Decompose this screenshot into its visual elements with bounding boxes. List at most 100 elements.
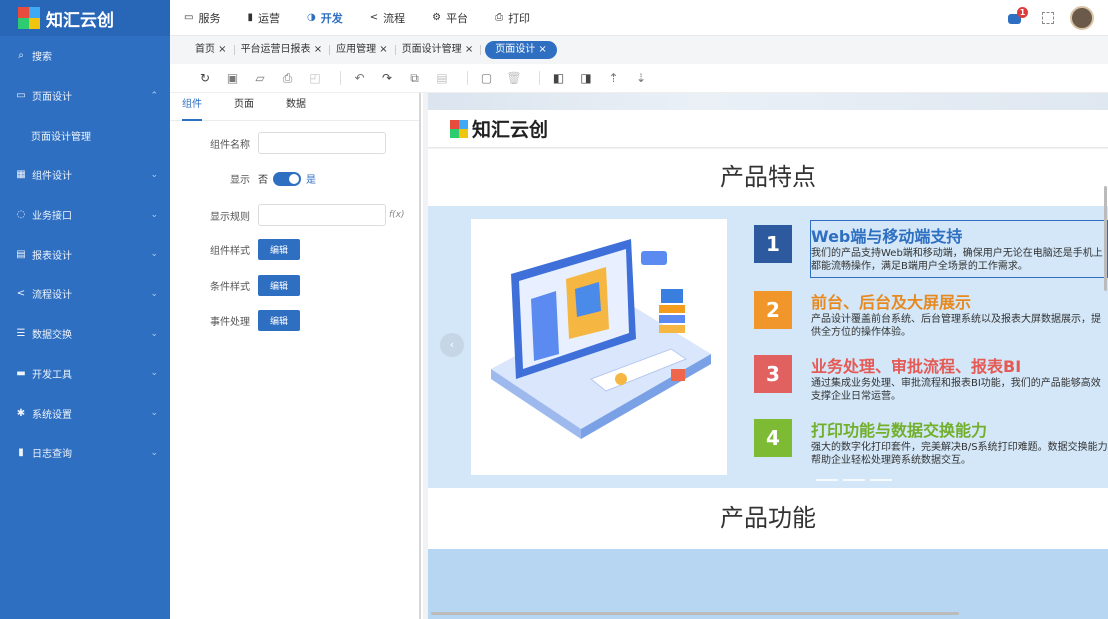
preview-icon[interactable]: ◰ xyxy=(304,68,326,88)
chevron-icon: ⌃ xyxy=(150,90,158,101)
page-icon: ▭ xyxy=(16,90,26,102)
sidebar-item-label: 业务接口 xyxy=(32,211,72,223)
topnav-item-3[interactable]: < 流程 xyxy=(370,10,405,26)
cond-label: 条件样式 xyxy=(210,282,250,293)
sidebar-item-6[interactable]: < 流程设计 ⌄ xyxy=(0,274,170,314)
sidebar-item-7[interactable]: ☰ 数据交换 ⌄ xyxy=(0,314,170,354)
sidebar-item-8[interactable]: ▬ 开发工具 ⌄ xyxy=(0,354,170,394)
bring-front-icon[interactable]: ◧ xyxy=(548,68,570,88)
feature-item[interactable]: 4 打印功能与数据交换能力 强大的数字化打印套件，完美解决B/S系统打印难题。数据交… xyxy=(754,419,1108,469)
sidebar-item-9[interactable]: ✱ 系统设置 ⌄ xyxy=(0,393,170,433)
app-name: 知汇云创 xyxy=(46,10,114,31)
carousel-prev-button[interactable]: ‹ xyxy=(440,333,464,357)
tab-1[interactable]: 平台运营日报表 × xyxy=(235,41,330,59)
sidebar-item-4[interactable]: ◌ 业务接口 ⌄ xyxy=(0,195,170,235)
fullscreen-icon[interactable] xyxy=(1042,12,1054,24)
functions-title[interactable]: 产品功能 xyxy=(428,488,1108,549)
open-folder-icon[interactable]: ▱ xyxy=(249,68,271,88)
toolbox-icon: ▬ xyxy=(16,367,26,379)
feature-title: 打印功能与数据交换能力 xyxy=(811,421,988,440)
search-icon: ⌕ xyxy=(18,50,24,62)
sidebar-item-0[interactable]: ⌕ 搜索 xyxy=(0,36,170,76)
top-nav: ▭ 服务 ▮ 运营 ◑ 开发 < 流程 ⚙ 平台 ⎙ 打印 xyxy=(170,10,557,26)
topnav-label: 服务 xyxy=(198,11,221,25)
show-switch-group: 否 是 xyxy=(258,171,316,186)
show-no-label: 否 xyxy=(258,175,268,186)
report-icon: ▤ xyxy=(16,248,26,260)
tab-0[interactable]: 首页 × xyxy=(189,41,235,59)
features-title[interactable]: 产品特点 xyxy=(428,149,1108,206)
copy-icon[interactable]: ⧉ xyxy=(404,68,426,88)
topnav-label: 平台 xyxy=(446,11,469,25)
horizontal-scrollbar[interactable] xyxy=(431,612,959,615)
show-yes-label: 是 xyxy=(306,175,316,186)
chevron-icon: ⌄ xyxy=(150,368,158,379)
print-icon[interactable]: ⎙ xyxy=(277,68,299,88)
banner-strip xyxy=(428,93,1108,110)
chevron-icon: ⌄ xyxy=(150,288,158,299)
sort-desc-icon[interactable]: ⇣ xyxy=(630,68,652,88)
save-icon[interactable]: ▣ xyxy=(222,68,244,88)
sidebar-item-10[interactable]: ▮ 日志查询 ⌄ xyxy=(0,433,170,473)
sidebar-item-1[interactable]: ▭ 页面设计 ⌃ xyxy=(0,76,170,116)
message-button[interactable]: 1 xyxy=(1006,7,1028,26)
sidebar-item-label: 页面设计 xyxy=(32,92,72,104)
message-badge: 1 xyxy=(1017,7,1028,18)
sidebar-item-3[interactable]: ▦ 组件设计 ⌄ xyxy=(0,155,170,195)
operation-icon: ▮ xyxy=(247,12,253,23)
panel-tab-2[interactable]: 数据 xyxy=(286,93,306,121)
chevron-icon: ⌄ xyxy=(150,328,158,339)
topnav-item-5[interactable]: ⎙ 打印 xyxy=(495,10,530,26)
sidebar-logo[interactable]: 知汇云创 xyxy=(0,0,170,36)
toolbar-separator xyxy=(538,71,540,85)
sidebar-item-5[interactable]: ▤ 报表设计 ⌄ xyxy=(0,234,170,274)
vertical-scrollbar[interactable] xyxy=(1104,186,1107,291)
avatar[interactable] xyxy=(1070,6,1094,30)
comment-icon[interactable]: ▢ xyxy=(476,68,498,88)
delete-icon[interactable]: 🗑 xyxy=(503,68,525,88)
cond-row: 条件样式 编辑 xyxy=(170,275,421,296)
topnav-item-1[interactable]: ▮ 运营 xyxy=(247,10,280,26)
sidebar-item-2[interactable]: 页面设计管理 xyxy=(0,115,170,155)
functions-section[interactable] xyxy=(428,549,1108,619)
edit-style-button[interactable]: 编辑 xyxy=(258,239,300,260)
toolbar-separator xyxy=(466,71,468,85)
database-icon: ☰ xyxy=(16,328,26,340)
show-label: 显示 xyxy=(230,175,250,186)
grid-icon: ▦ xyxy=(16,169,26,181)
rule-label: 显示规则 xyxy=(210,211,250,223)
feature-number: 3 xyxy=(754,355,792,393)
redo-icon[interactable]: ↷ xyxy=(376,68,398,88)
panel-tab-0[interactable]: 组件 xyxy=(182,93,202,121)
component-name-input[interactable] xyxy=(258,132,386,154)
tab-4[interactable]: 页面设计 × xyxy=(485,41,557,59)
edit-condition-button[interactable]: 编辑 xyxy=(258,275,300,296)
sort-asc-icon[interactable]: ⇡ xyxy=(603,68,625,88)
refresh-icon[interactable]: ↻ xyxy=(194,68,216,88)
feature-title: 业务处理、审批流程、报表BI xyxy=(811,357,1022,376)
carousel-dots[interactable] xyxy=(816,479,897,481)
feature-number: 1 xyxy=(754,225,792,263)
sidebar-item-label: 页面设计管理 xyxy=(31,131,91,143)
panel-tab-1[interactable]: 页面 xyxy=(234,93,254,121)
design-canvas[interactable]: 知汇云创 产品特点 ‹ 1 Web端与移动端支持 我们的产品支持Web端和移动端… xyxy=(423,93,1108,619)
topnav-item-0[interactable]: ▭ 服务 xyxy=(184,10,220,26)
canvas-header[interactable]: 知汇云创 xyxy=(428,110,1108,148)
topnav-item-2[interactable]: ◑ 开发 xyxy=(307,10,343,26)
tab-2[interactable]: 应用管理 × xyxy=(330,41,396,59)
display-rule-input[interactable] xyxy=(258,204,386,226)
send-back-icon[interactable]: ◨ xyxy=(575,68,597,88)
undo-icon[interactable]: ↶ xyxy=(349,68,371,88)
feature-item[interactable]: 2 前台、后台及大屏展示 产品设计覆盖前台系统、后台管理系统以及报表大屏数据展示，提… xyxy=(754,291,1108,341)
sidebar-item-label: 搜索 xyxy=(32,52,52,64)
app-root: 知汇云创 ⌕ 搜索 ▭ 页面设计 ⌃ 页面设计管理 ▦ 组件设计 ⌄ ◌ 业务接口 ⌄ ▤ 报表设计 ⌄ < 流… xyxy=(0,0,1108,619)
gear-icon: ✱ xyxy=(16,407,26,419)
function-icon[interactable]: f(x) xyxy=(389,210,405,220)
edit-event-button[interactable]: 编辑 xyxy=(258,310,300,331)
show-toggle[interactable] xyxy=(273,171,301,186)
topnav-item-4[interactable]: ⚙ 平台 xyxy=(432,10,468,26)
logo-icon xyxy=(18,7,40,29)
tab-3[interactable]: 页面设计管理 × xyxy=(396,41,481,59)
feature-item[interactable]: 3 业务处理、审批流程、报表BI 通过集成业务处理、审批流程和报表BI功能，我们的产… xyxy=(754,355,1108,405)
paste-icon[interactable]: ▤ xyxy=(431,68,453,88)
